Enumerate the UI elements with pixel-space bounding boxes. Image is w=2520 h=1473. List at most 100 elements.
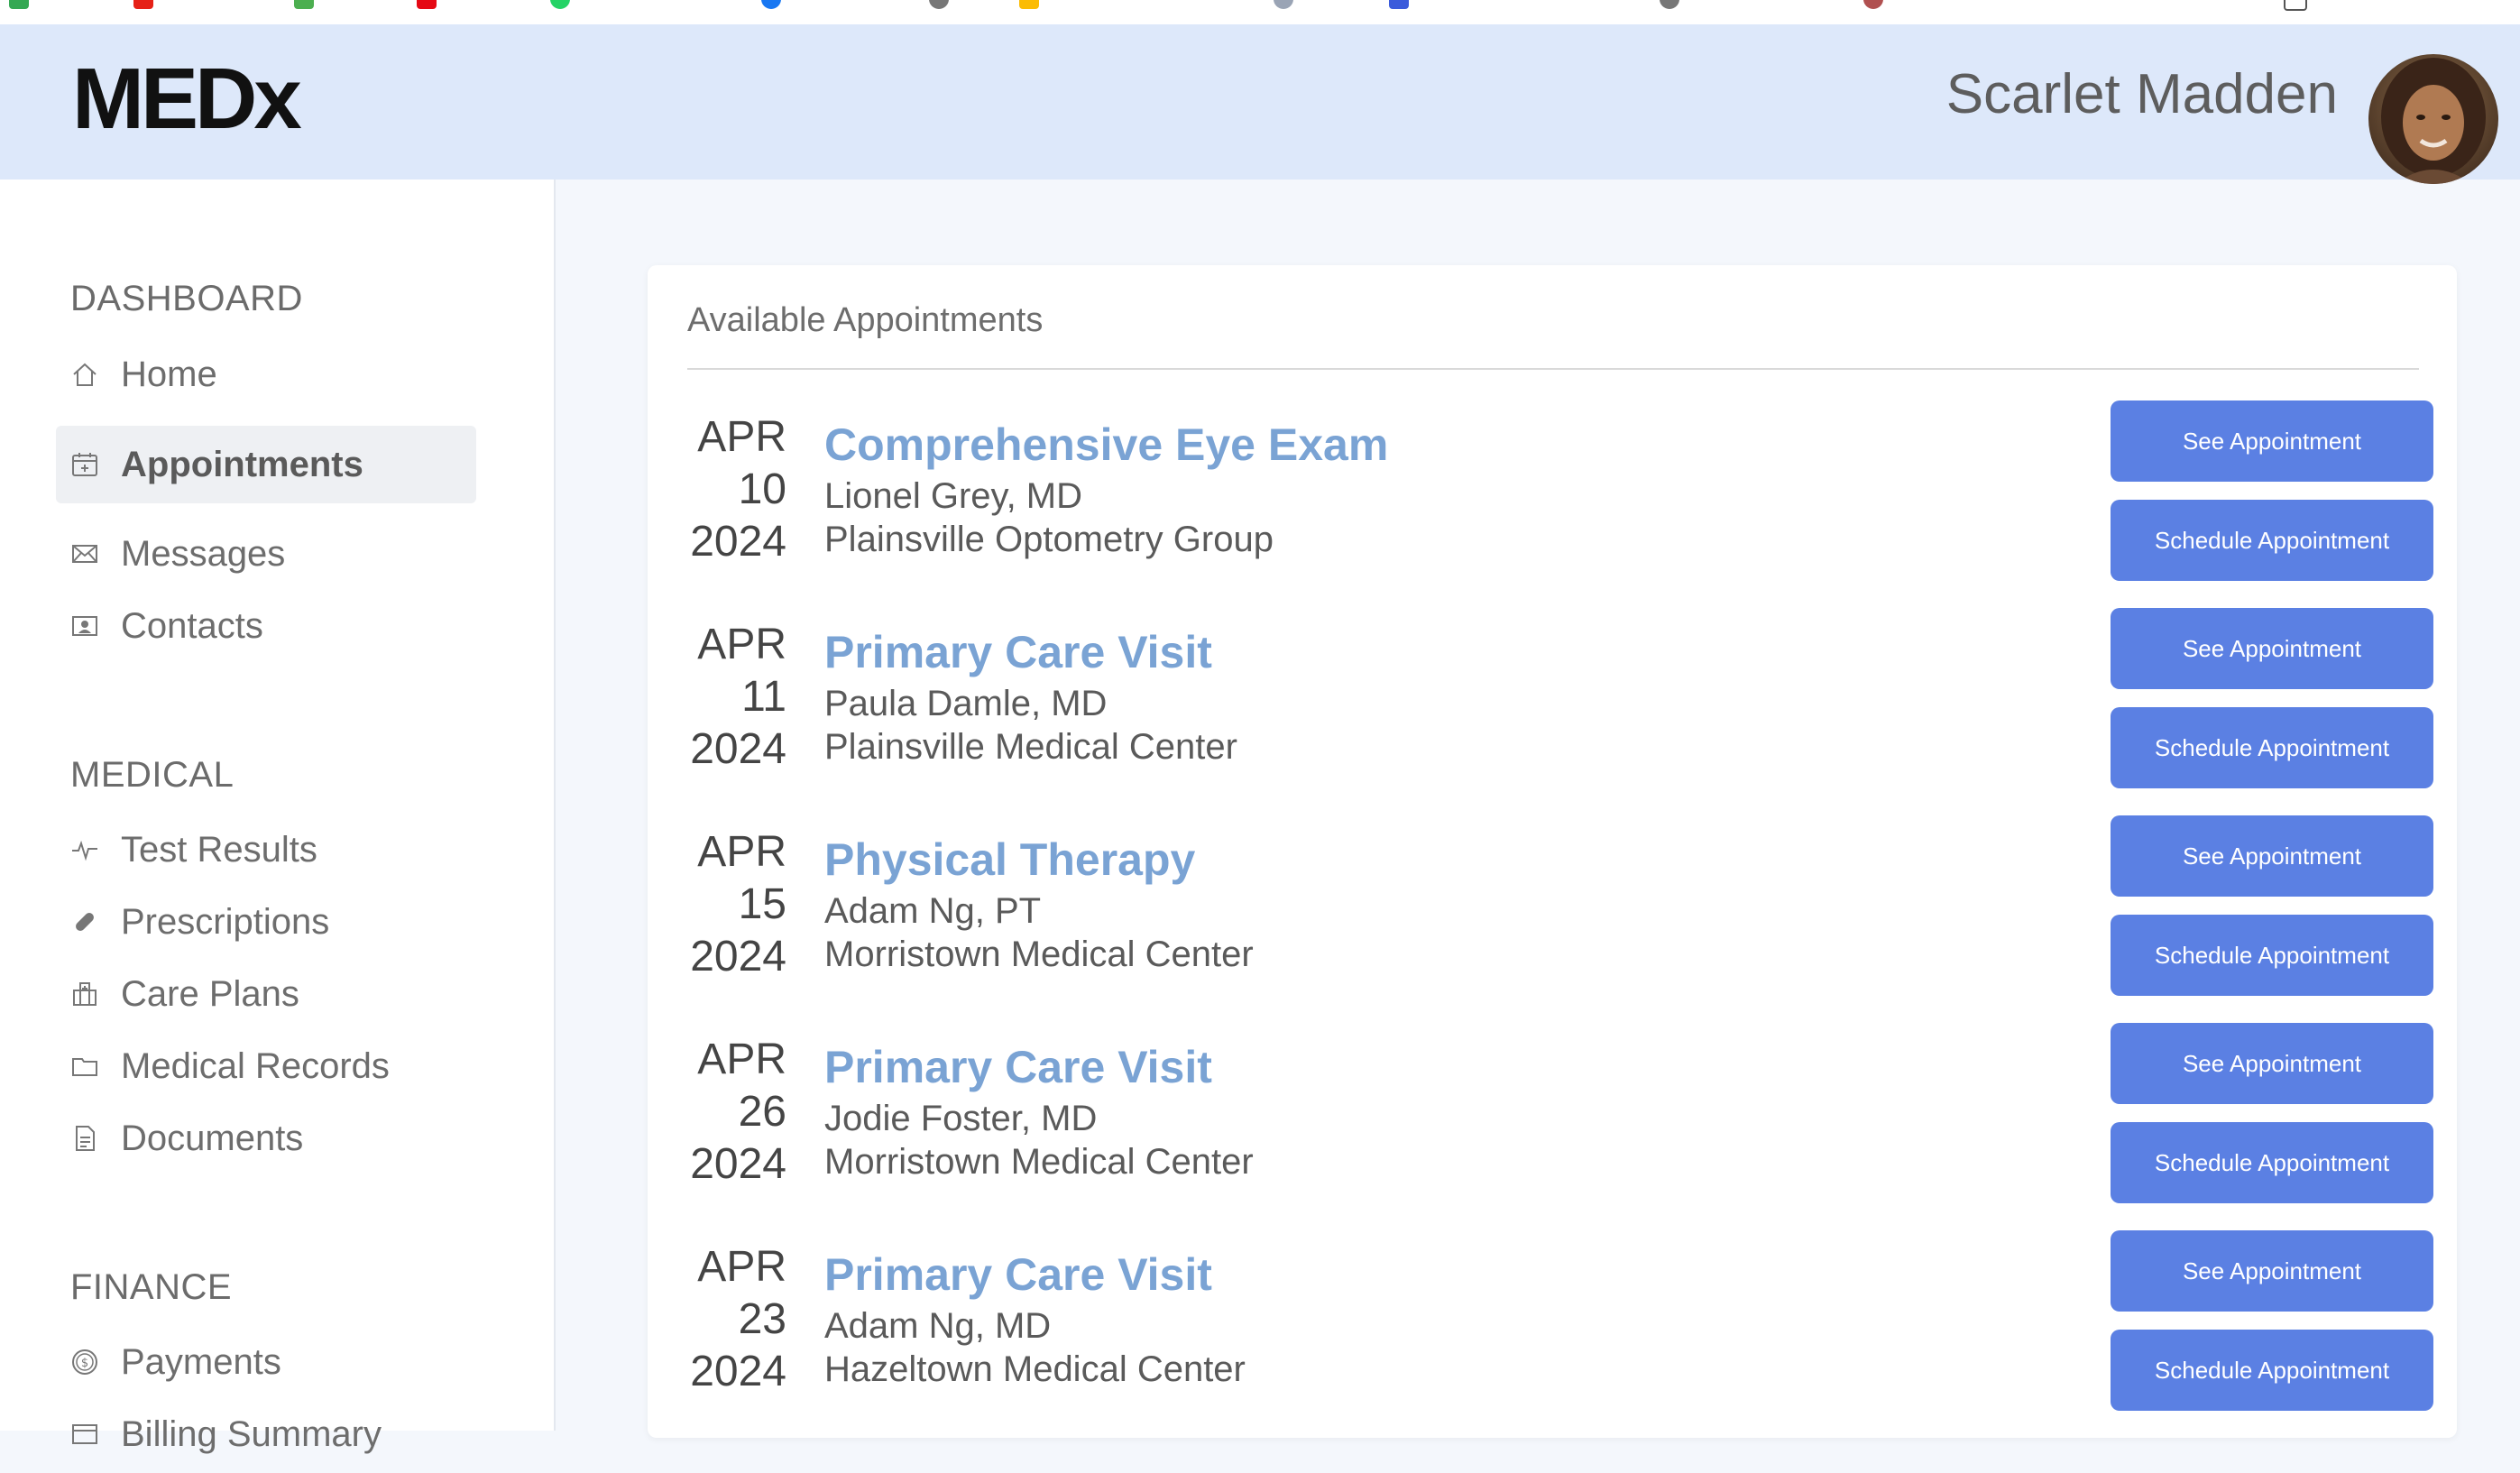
bookmark-item[interactable] <box>294 0 326 13</box>
envelope-icon <box>69 538 101 570</box>
bookmark-item[interactable] <box>1863 0 1896 13</box>
see-appointment-button[interactable]: See Appointment <box>2111 1023 2433 1104</box>
hospital-icon <box>69 978 101 1010</box>
bookmark-item[interactable] <box>1019 0 1052 13</box>
appointment-title[interactable]: Primary Care Visit <box>824 1248 1212 1301</box>
schedule-appointment-button[interactable]: Schedule Appointment <box>2111 1330 2433 1411</box>
date-year: 2024 <box>690 1348 786 1395</box>
sidebar-section-dashboard: DASHBOARD <box>70 279 303 318</box>
sidebar-item-messages[interactable]: Messages <box>56 515 476 593</box>
appointment-location: Morristown Medical Center <box>824 934 1254 974</box>
calendar-icon <box>69 448 101 481</box>
appointment-title[interactable]: Physical Therapy <box>824 833 1195 886</box>
appointment-item: APR 26 2024 Primary Care Visit Jodie Fos… <box>648 1023 2457 1230</box>
date-year: 2024 <box>690 1140 786 1188</box>
bookmark-item[interactable] <box>761 0 794 13</box>
appointment-title[interactable]: Primary Care Visit <box>824 1041 1212 1093</box>
divider <box>687 368 2419 370</box>
appointment-date: APR 11 2024 <box>687 619 786 776</box>
date-year: 2024 <box>690 518 786 566</box>
date-year: 2024 <box>690 933 786 980</box>
bookmark-item[interactable] <box>133 0 166 13</box>
svg-text:$: $ <box>81 1357 88 1370</box>
date-month: APR <box>697 1243 786 1291</box>
sidebar: DASHBOARD Home Appointments Messages Con… <box>0 180 556 1454</box>
bookmark-item[interactable] <box>1660 0 1692 13</box>
avatar-portrait-icon <box>2368 54 2498 184</box>
bookmark-item[interactable] <box>2284 0 2320 13</box>
sidebar-item-care-plans[interactable]: Care Plans <box>56 955 476 1033</box>
card-title: Available Appointments <box>687 301 1044 339</box>
bookmark-icon <box>2284 0 2307 11</box>
app-logo[interactable]: MEDx <box>72 50 302 149</box>
sidebar-item-billing-summary[interactable]: Billing Summary <box>56 1395 476 1473</box>
appointment-item: APR 23 2024 Primary Care Visit Adam Ng, … <box>648 1230 2457 1438</box>
bookmark-icon <box>9 0 29 9</box>
bookmark-item[interactable] <box>929 0 961 13</box>
appointment-title[interactable]: Comprehensive Eye Exam <box>824 419 1388 471</box>
sidebar-item-prescriptions[interactable]: Prescriptions <box>56 883 476 961</box>
appointment-item: APR 11 2024 Primary Care Visit Paula Dam… <box>648 608 2457 815</box>
sidebar-item-label: Contacts <box>121 605 263 646</box>
date-month: APR <box>697 1036 786 1083</box>
date-year: 2024 <box>690 725 786 773</box>
user-name[interactable]: Scarlet Madden <box>1946 62 2338 126</box>
see-appointment-button[interactable]: See Appointment <box>2111 1230 2433 1312</box>
avatar[interactable] <box>2368 54 2498 184</box>
sidebar-item-label: Prescriptions <box>121 901 330 942</box>
sidebar-item-label: Appointments <box>121 444 363 484</box>
bookmark-item[interactable] <box>550 0 583 13</box>
schedule-appointment-button[interactable]: Schedule Appointment <box>2111 707 2433 788</box>
bookmark-item[interactable] <box>1389 0 1421 13</box>
bookmark-item[interactable] <box>417 0 449 13</box>
sidebar-section-finance: FINANCE <box>70 1267 233 1307</box>
sidebar-item-payments[interactable]: $ Payments <box>56 1323 476 1401</box>
sidebar-item-medical-records[interactable]: Medical Records <box>56 1027 476 1105</box>
document-icon <box>69 1122 101 1155</box>
schedule-appointment-button[interactable]: Schedule Appointment <box>2111 1122 2433 1203</box>
appointment-date: APR 15 2024 <box>687 826 786 983</box>
appointment-doctor: Adam Ng, MD <box>824 1306 1052 1346</box>
sidebar-section-medical: MEDICAL <box>70 755 235 795</box>
billing-icon <box>69 1418 101 1450</box>
pill-icon <box>69 906 101 938</box>
appointment-doctor: Lionel Grey, MD <box>824 476 1083 516</box>
sidebar-item-appointments[interactable]: Appointments <box>56 426 476 503</box>
appointment-location: Hazeltown Medical Center <box>824 1349 1246 1389</box>
sidebar-item-label: Documents <box>121 1118 304 1158</box>
date-month: APR <box>697 828 786 876</box>
appointment-item: APR 10 2024 Comprehensive Eye Exam Lione… <box>648 400 2457 608</box>
bookmark-icon <box>1019 0 1039 9</box>
browser-bookmarks-bar <box>0 0 2520 25</box>
bookmark-item[interactable] <box>1274 0 1306 13</box>
appointment-item: APR 15 2024 Physical Therapy Adam Ng, PT… <box>648 815 2457 1023</box>
bookmark-icon <box>1660 0 1679 9</box>
see-appointment-button[interactable]: See Appointment <box>2111 815 2433 897</box>
folder-icon <box>69 1050 101 1082</box>
appointment-location: Morristown Medical Center <box>824 1142 1254 1182</box>
appointment-title[interactable]: Primary Care Visit <box>824 626 1212 678</box>
sidebar-item-contacts[interactable]: Contacts <box>56 587 476 665</box>
see-appointment-button[interactable]: See Appointment <box>2111 400 2433 482</box>
sidebar-item-home[interactable]: Home <box>56 336 476 413</box>
sidebar-item-label: Payments <box>121 1341 281 1382</box>
schedule-appointment-button[interactable]: Schedule Appointment <box>2111 500 2433 581</box>
contact-card-icon <box>69 610 101 642</box>
bookmark-item[interactable] <box>9 0 41 13</box>
see-appointment-button[interactable]: See Appointment <box>2111 608 2433 689</box>
date-day: 26 <box>738 1088 786 1136</box>
sidebar-item-label: Medical Records <box>121 1045 390 1086</box>
date-month: APR <box>697 621 786 668</box>
sidebar-item-label: Home <box>121 354 217 394</box>
home-icon <box>69 358 101 391</box>
available-appointments-card: Available Appointments APR 10 2024 Compr… <box>648 265 2457 1438</box>
sidebar-item-documents[interactable]: Documents <box>56 1100 476 1177</box>
sidebar-item-label: Messages <box>121 533 286 574</box>
schedule-appointment-button[interactable]: Schedule Appointment <box>2111 915 2433 996</box>
bookmark-icon <box>550 0 570 9</box>
sidebar-item-test-results[interactable]: Test Results <box>56 811 476 888</box>
date-day: 11 <box>741 673 786 721</box>
appointment-doctor: Adam Ng, PT <box>824 891 1042 931</box>
appointment-doctor: Paula Damle, MD <box>824 684 1108 723</box>
bookmark-icon <box>929 0 949 9</box>
